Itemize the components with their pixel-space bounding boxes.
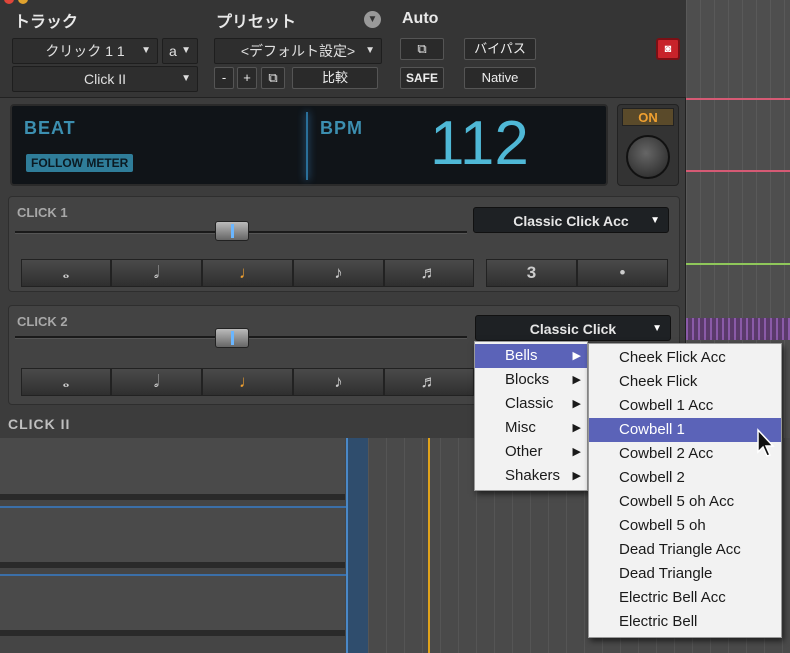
on-panel: ON xyxy=(617,104,679,186)
display-divider xyxy=(306,112,308,180)
chevron-down-icon: ▼ xyxy=(181,73,191,84)
mouse-cursor-icon xyxy=(757,428,775,457)
half-note-button[interactable]: 𝅗𝅥 xyxy=(111,368,202,396)
native-button[interactable]: Native xyxy=(464,67,536,89)
whole-note-button[interactable]: 𝅝 xyxy=(21,259,111,287)
menu-category-bells[interactable]: Bells ▶ xyxy=(475,344,587,368)
sixteenth-note-button[interactable]: ♬ xyxy=(384,368,474,396)
half-note-button[interactable]: 𝅗𝅥 xyxy=(111,259,202,287)
track-name-dropdown[interactable]: クリック 1 1 ▼ xyxy=(12,38,158,64)
dot-button[interactable]: • xyxy=(577,259,668,287)
track-line xyxy=(686,170,790,172)
menu-item-sound[interactable]: Electric Bell xyxy=(589,610,781,634)
submenu-arrow-icon: ▶ xyxy=(572,398,581,410)
lane-divider xyxy=(0,574,348,576)
click2-label: CLICK 2 xyxy=(17,314,68,329)
track-header: トラック xyxy=(14,14,79,31)
paste-settings-icon[interactable]: ⧉ xyxy=(400,38,444,60)
category-menu: Bells ▶ Blocks ▶ Classic ▶ Misc ▶ Other ▶ Sha… xyxy=(474,341,588,491)
menu-category-misc[interactable]: Misc ▶ xyxy=(475,416,587,440)
playhead[interactable] xyxy=(428,438,430,653)
track-lane[interactable] xyxy=(0,506,345,568)
safe-button[interactable]: SAFE xyxy=(400,67,444,89)
chevron-down-icon: ▼ xyxy=(141,45,151,56)
follow-meter-button[interactable]: FOLLOW METER xyxy=(26,154,134,172)
selection-region xyxy=(346,438,368,653)
preset-next-button[interactable]: + xyxy=(237,67,257,89)
menu-item-sound[interactable]: Cheek Flick xyxy=(589,370,781,394)
menu-category-other[interactable]: Other ▶ xyxy=(475,440,587,464)
eighth-note-button[interactable]: ♪ xyxy=(293,259,384,287)
menu-category-classic[interactable]: Classic ▶ xyxy=(475,392,587,416)
power-icon[interactable]: ◙ xyxy=(656,38,680,60)
menu-item-sound[interactable]: Cowbell 5 oh Acc xyxy=(589,490,781,514)
plugin-selector[interactable]: Click II ▼ xyxy=(12,66,198,92)
menu-item-sound[interactable]: Cowbell 1 Acc xyxy=(589,394,781,418)
track-line xyxy=(686,98,790,100)
menu-category-blocks[interactable]: Blocks ▶ xyxy=(475,368,587,392)
bpm-display: BEAT FOLLOW METER BPM 112 xyxy=(10,104,608,186)
beat-label: BEAT xyxy=(24,118,76,138)
click2-level-slider[interactable] xyxy=(215,328,250,348)
lane-divider xyxy=(0,506,348,508)
preset-dropdown[interactable]: <デフォルト設定> ▼ xyxy=(214,38,382,64)
chevron-down-icon: ▼ xyxy=(365,45,375,56)
chevron-down-icon: ▼ xyxy=(652,323,662,334)
click1-level-slider[interactable] xyxy=(215,221,250,241)
submenu-arrow-icon: ▶ xyxy=(572,470,581,482)
menu-item-sound[interactable]: Cowbell 2 xyxy=(589,466,781,490)
on-toggle-button[interactable] xyxy=(626,135,670,179)
menu-item-sound[interactable]: Cowbell 5 oh xyxy=(589,514,781,538)
whole-note-button[interactable]: 𝅝 xyxy=(21,368,111,396)
preset-menu-icon[interactable]: ▼ xyxy=(364,11,381,28)
click1-label: CLICK 1 xyxy=(17,205,68,220)
channel-dropdown[interactable]: a ▼ xyxy=(162,38,198,64)
click1-count-button[interactable]: 3 xyxy=(486,259,577,287)
submenu-arrow-icon: ▶ xyxy=(572,446,581,458)
quarter-note-button[interactable]: ♩ xyxy=(202,259,293,287)
click1-sound-dropdown[interactable]: Classic Click Acc ▼ xyxy=(473,207,669,233)
submenu-arrow-icon: ▶ xyxy=(572,374,581,386)
track-lane[interactable] xyxy=(0,574,345,636)
menu-item-sound[interactable]: Cowbell 2 Acc xyxy=(589,442,781,466)
plugin-name-footer: CLICK II xyxy=(8,416,71,432)
menu-item-sound[interactable]: Dead Triangle Acc xyxy=(589,538,781,562)
auto-header: Auto xyxy=(402,10,439,27)
submenu-arrow-icon: ▶ xyxy=(572,422,581,434)
sixteenth-note-button[interactable]: ♬ xyxy=(384,259,474,287)
quarter-note-button[interactable]: ♩ xyxy=(202,368,293,396)
track-line xyxy=(686,263,790,265)
menu-category-shakers[interactable]: Shakers ▶ xyxy=(475,464,587,488)
preset-header: プリセット xyxy=(216,14,297,31)
menu-item-sound[interactable]: Cheek Flick Acc xyxy=(589,346,781,370)
compare-button[interactable]: 比較 xyxy=(292,67,378,89)
menu-item-sound[interactable]: Electric Bell Acc xyxy=(589,586,781,610)
chevron-down-icon: ▼ xyxy=(650,215,660,226)
copy-settings-icon[interactable]: ⧉ xyxy=(261,67,285,89)
bpm-value[interactable]: 112 xyxy=(430,108,529,180)
sound-submenu: Cheek Flick Acc Cheek Flick Cowbell 1 Ac… xyxy=(588,343,782,638)
submenu-arrow-icon: ▶ xyxy=(572,350,581,362)
bypass-button[interactable]: バイパス xyxy=(464,38,536,60)
chevron-down-icon: ▼ xyxy=(181,45,191,56)
midi-region xyxy=(686,318,790,340)
eighth-note-button[interactable]: ♪ xyxy=(293,368,384,396)
menu-item-sound-selected[interactable]: Cowbell 1 xyxy=(589,418,781,442)
menu-item-sound[interactable]: Dead Triangle xyxy=(589,562,781,586)
bpm-label: BPM xyxy=(320,118,363,138)
click2-sound-dropdown[interactable]: Classic Click ▼ xyxy=(475,315,671,341)
track-lane[interactable] xyxy=(0,438,345,500)
on-label: ON xyxy=(622,108,674,126)
preset-prev-button[interactable]: - xyxy=(214,67,234,89)
click1-section: CLICK 1 Classic Click Acc ▼ 𝅝 𝅗𝅥 ♩ ♪ ♬ 3 … xyxy=(8,196,680,292)
